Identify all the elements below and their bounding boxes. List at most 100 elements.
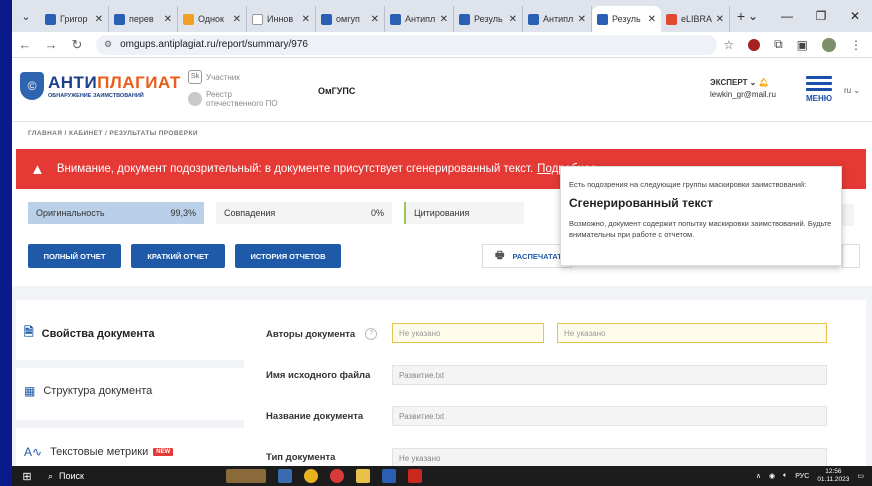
extension-icon[interactable] [748,38,761,51]
sidebar-separator [16,360,244,368]
generated-text-tooltip: Есть подозрения на следующие группы маск… [560,166,842,266]
print-label: РАСПЕЧАТАТ [512,251,562,261]
extra-button[interactable] [842,244,860,268]
forward-icon[interactable]: → [38,37,64,52]
tray-lang[interactable]: РУС [795,473,809,480]
document-icon: 🗎︎ [24,325,34,339]
taskbar-search[interactable]: ⌕ Поиск [42,471,192,482]
tab-close-icon[interactable]: ✕ [164,14,172,25]
windows-start-icon[interactable]: ⊞ [12,470,42,483]
help-icon[interactable]: ? [365,328,378,340]
authors-field-1[interactable]: Не указано [392,323,544,343]
windows-taskbar: ⊞ ⌕ Поиск ∧ ◉ 🔈︎ РУС 12:56 01.11.2023 ▭ [12,466,872,486]
browser-tab[interactable]: Антипл ✕ [523,6,592,32]
close-window-button[interactable]: ✕ [838,9,872,23]
user-block[interactable]: ЭКСПЕРТ ⌄ 🔔︎ lewkin_gr@mail.ru [710,78,776,99]
doc-type-label: Тип документа [266,452,336,463]
clock[interactable]: 12:56 01.11.2023 [817,468,849,484]
notifications-icon[interactable]: ▭ [857,472,864,480]
tab-favicon-icon [666,13,677,25]
report-history-button[interactable]: ИСТОРИЯ ОТЧЕТОВ [235,244,341,268]
browser-tab[interactable]: Однок ✕ [178,6,247,32]
sidebar-item-properties[interactable]: 🗎︎ Свойства документа [24,323,155,344]
citations-stat[interactable]: Цитирования [404,202,524,224]
tab-label: Иннов [267,14,294,24]
clock-time: 12:56 [825,468,842,475]
tab-favicon-icon [45,13,56,25]
minimize-button[interactable]: — [770,9,804,23]
yandex-icon[interactable] [330,469,344,483]
tray-chevron-icon[interactable]: ∧ [756,472,761,480]
network-icon[interactable]: ◉ [769,472,775,480]
tab-close-icon[interactable]: ✕ [371,14,379,25]
browser-tab[interactable]: Иннов ✕ [247,6,316,32]
volume-icon[interactable]: 🔈︎ [783,472,787,480]
browser-tab[interactable]: Антипл ✕ [385,6,454,32]
doc-type-field[interactable]: Не указано [392,448,827,468]
site-info-icon[interactable]: ⚙ [104,39,112,50]
calculator-icon[interactable] [278,469,292,483]
short-report-button[interactable]: КРАТКИЙ ОТЧЕТ [131,244,225,268]
registry-label: Реестр отечественного ПО [206,90,278,108]
tab-search-icon[interactable]: ⌄ [12,10,40,23]
sidebar-item-structure[interactable]: ▦ Структура документа [24,384,152,398]
authors-field-2[interactable]: Не указано [557,323,827,343]
browser-tab[interactable]: перев ✕ [109,6,178,32]
matches-label: Совпадения [224,208,276,218]
matches-stat[interactable]: Совпадения 0% [216,202,392,224]
tab-label: перев [129,14,154,24]
word-icon[interactable] [382,469,396,483]
user-role-dropdown[interactable]: ЭКСПЕРТ ⌄ 🔔︎ [710,78,776,87]
site-header: © АНТИПЛАГИАТ ОБНАРУЖЕНИЕ ЗАИМСТВОВАНИЙ … [12,58,872,122]
originality-stat[interactable]: Оригинальность 99,3% [28,202,204,224]
tab-close-icon[interactable]: ✕ [233,14,241,25]
stat-extra [842,204,854,226]
emblem-icon [188,92,202,106]
warning-icon: ▲ [30,160,45,178]
tab-close-icon[interactable]: ✕ [95,14,103,25]
browser-tab[interactable]: омгуп ✕ [316,6,385,32]
tab-close-icon[interactable]: ✕ [302,14,310,25]
tab-label: Резуль [612,14,641,24]
profile-avatar[interactable] [822,37,836,52]
chrome-icon[interactable] [304,469,318,483]
tab-close-icon[interactable]: ✕ [578,14,586,25]
reload-icon[interactable]: ↻ [64,37,90,53]
doc-name-field[interactable]: Развитие.txt [392,406,827,426]
browser-tab[interactable]: eLIBRA ✕ [661,6,730,32]
browser-tab[interactable]: Григор ✕ [40,6,109,32]
browser-tab[interactable]: Резуль ✕ [592,6,661,32]
file-explorer-icon[interactable] [356,469,370,483]
extensions-puzzle-icon[interactable]: ⧉ [774,37,783,52]
source-file-field[interactable]: Развитие.txt [392,365,827,385]
full-report-button[interactable]: ПОЛНЫЙ ОТЧЕТ [28,244,121,268]
sk-label: Участник [206,72,240,82]
menu-button[interactable]: МЕНЮ [804,76,834,103]
language-dropdown[interactable]: ru ⌄ [844,86,860,95]
bookmark-star-icon[interactable]: ☆ [723,38,734,52]
minimize-icon[interactable]: ⌄ [736,9,770,23]
breadcrumb[interactable]: ГЛАВНАЯ / КАБИНЕТ / РЕЗУЛЬТАТЫ ПРОВЕРКИ [28,130,198,137]
news-widget-icon[interactable] [226,469,266,483]
sidebar-item-metrics[interactable]: A∿ Текстовые метрики NEW [24,445,174,459]
bell-icon[interactable]: 🔔︎ [759,78,769,87]
pdf-reader-icon[interactable] [408,469,422,483]
logo-shield-icon: © [20,72,44,100]
back-icon[interactable]: ← [12,37,38,52]
tab-close-icon[interactable]: ✕ [648,14,656,25]
tab-favicon-icon [252,13,263,25]
window-controls: ⌄ — ❐ ✕ [736,0,872,32]
browser-menu-icon[interactable]: ⋮ [850,38,862,52]
originality-value: 99,3% [170,208,196,218]
antiplagiat-logo[interactable]: © АНТИПЛАГИАТ ОБНАРУЖЕНИЕ ЗАИМСТВОВАНИЙ [20,72,181,100]
tab-close-icon[interactable]: ✕ [716,14,724,25]
sidepanel-icon[interactable]: ▣ [797,38,808,52]
print-button[interactable]: 🖶 РАСПЕЧАТАТ [482,244,572,268]
tab-close-icon[interactable]: ✕ [440,14,448,25]
browser-tab[interactable]: Резуль ✕ [454,6,523,32]
maximize-button[interactable]: ❐ [804,9,838,23]
tab-close-icon[interactable]: ✕ [509,14,517,25]
logo-subtitle: ОБНАРУЖЕНИЕ ЗАИМСТВОВАНИЙ [48,93,144,99]
user-email: lewkin_gr@mail.ru [710,90,776,99]
url-field[interactable]: ⚙ omgups.antiplagiat.ru/report/summary/9… [96,34,718,55]
